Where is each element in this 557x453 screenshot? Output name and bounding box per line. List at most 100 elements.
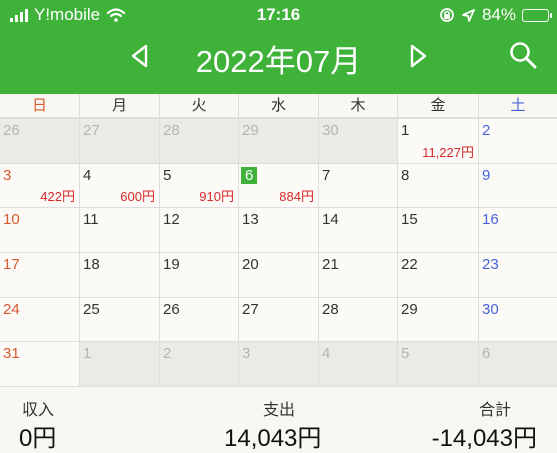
expense-amount: 11,227円 [422, 144, 474, 160]
day-number: 23 [482, 256, 499, 273]
day-number: 18 [83, 256, 100, 273]
day-number: 4 [83, 166, 92, 184]
day-number: 20 [242, 256, 259, 273]
expense-label: 支出 [263, 402, 296, 419]
calendar-day-cell[interactable]: 8 [397, 162, 478, 208]
calendar-day-cell[interactable]: 24 [0, 296, 79, 342]
calendar-day-cell[interactable]: 16 [478, 207, 557, 252]
calendar-day-cell[interactable]: 30 [478, 296, 557, 342]
calendar-day-cell[interactable]: 25 [79, 296, 159, 342]
calendar-day-cell[interactable]: 5 910円 [159, 162, 238, 208]
calendar-day-cell[interactable]: 1 [79, 341, 159, 386]
calendar-day-cell[interactable]: 10 [0, 207, 79, 252]
calendar-day-cell[interactable]: 28 [159, 118, 238, 163]
expense-amount: 910円 [199, 189, 234, 205]
day-number: 28 [163, 122, 180, 139]
expense-amount: 422円 [40, 189, 75, 205]
calendar-day-cell[interactable]: 23 [478, 252, 557, 297]
calendar-day-cell[interactable]: 4 [318, 341, 397, 386]
calendar-day-cell[interactable]: 17 [0, 252, 79, 297]
day-number: 26 [3, 122, 20, 139]
expense-value: 14,043円 [224, 425, 322, 452]
day-number: 28 [322, 300, 339, 318]
calendar-day-cell[interactable]: 12 [159, 207, 238, 252]
calendar-day-cell[interactable]: 5 [397, 341, 478, 386]
calendar-day-cell[interactable]: 31 [0, 341, 79, 386]
calendar-day-cell[interactable]: 7 [318, 162, 397, 208]
calendar-day-cell[interactable]: 2 [159, 341, 238, 386]
month-title: 2022年07月 [195, 44, 362, 79]
day-number: 10 [3, 211, 20, 229]
calendar-day-cell[interactable]: 1 11,227円 [397, 118, 478, 163]
next-month-icon[interactable] [403, 41, 433, 71]
day-number: 22 [401, 256, 418, 273]
calendar-day-cell[interactable]: 3 [238, 341, 318, 386]
day-number: 30 [322, 122, 339, 139]
day-number: 12 [163, 211, 180, 229]
day-number: 2 [482, 122, 491, 139]
today-day-number: 6 [241, 166, 258, 184]
day-number: 9 [482, 166, 491, 184]
day-number: 14 [322, 211, 339, 229]
calendar-day-cell[interactable]: 9 [478, 162, 557, 208]
calendar-day-cell[interactable]: 14 [318, 207, 397, 252]
weekday-tuesday: 火 [159, 94, 238, 118]
day-number: 5 [401, 345, 410, 363]
expense-amount: 600円 [120, 189, 155, 205]
calendar-day-cell[interactable]: 27 [79, 118, 159, 163]
calendar-day-cell[interactable]: 2 [478, 118, 557, 163]
calendar-day-cell[interactable]: 18 [79, 252, 159, 297]
income-label: 収入 [22, 402, 55, 419]
day-number: 29 [401, 300, 418, 318]
weekday-monday: 月 [79, 94, 159, 118]
calendar-day-cell[interactable]: 30 [318, 118, 397, 163]
weekday-wednesday: 水 [238, 94, 318, 118]
right-status: 84% [439, 5, 552, 25]
header-bar: Y!mobile 17:16 84% 2022年07月 [0, 0, 557, 94]
day-number: 2 [163, 345, 172, 363]
day-number: 8 [401, 166, 410, 184]
calendar-day-cell[interactable]: 27 [238, 296, 318, 342]
calendar-day-cell[interactable]: 4 600円 [79, 162, 159, 208]
calendar-day-cell[interactable]: 28 [318, 296, 397, 342]
calendar-grid: 26 27 28 29 30 1 11,227円 2 3 422円 4 600円 5 910円 6 884円 7… [0, 118, 557, 387]
calendar-day-cell[interactable]: 3 422円 [0, 162, 79, 208]
day-number: 27 [242, 300, 259, 318]
calendar-day-cell[interactable]: 15 [397, 207, 478, 252]
day-number: 1 [401, 122, 410, 139]
expense-amount: 884円 [279, 189, 314, 205]
calendar-day-cell[interactable]: 6 [478, 341, 557, 386]
calendar-day-cell[interactable]: 26 [0, 118, 79, 163]
total-label: 合計 [478, 402, 511, 419]
weekday-friday: 金 [397, 94, 478, 118]
screen-lock-icon [440, 8, 454, 22]
calendar-day-cell[interactable]: 11 [79, 207, 159, 252]
day-number: 17 [3, 256, 20, 273]
weekday-saturday: 土 [478, 94, 557, 118]
day-number: 1 [83, 345, 92, 363]
calendar-day-cell[interactable]: 29 [238, 118, 318, 163]
calendar-day-cell[interactable]: 19 [159, 252, 238, 297]
calendar-day-cell[interactable]: 29 [397, 296, 478, 342]
location-arrow-icon [462, 8, 475, 22]
calendar-day-cell[interactable]: 22 [397, 252, 478, 297]
day-number: 30 [482, 300, 499, 318]
calendar-day-cell[interactable]: 13 [238, 207, 318, 252]
day-number: 5 [163, 166, 172, 184]
day-number: 7 [322, 166, 331, 184]
weekday-sunday: 日 [31, 97, 47, 114]
search-icon[interactable] [508, 40, 538, 70]
calendar-day-cell[interactable]: 6 884円 [238, 162, 318, 208]
day-number: 27 [83, 122, 100, 139]
weekday-header: 日 月 火 水 木 金 土 [0, 94, 557, 118]
monthly-summary: 収入 0円 支出 14,043円 合計 -14,043円 [0, 388, 557, 452]
income-value: 0円 [19, 425, 57, 452]
day-number: 31 [3, 345, 20, 363]
calendar-day-cell[interactable]: 21 [318, 252, 397, 297]
battery-percent: 84% [481, 5, 516, 24]
total-value: -14,043円 [431, 425, 537, 452]
calendar-day-cell[interactable]: 20 [238, 252, 318, 297]
day-number: 19 [163, 256, 180, 273]
calendar-day-cell[interactable]: 26 [159, 296, 238, 342]
day-number: 24 [3, 300, 20, 318]
